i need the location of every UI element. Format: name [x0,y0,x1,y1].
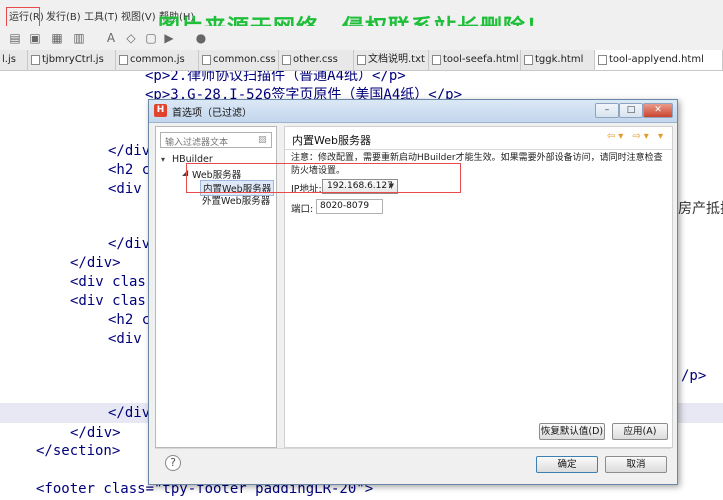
tab-tool-seefa[interactable]: tool-seefa.html [429,50,521,70]
code-line: </section> [36,443,121,459]
tab-tool-applyend[interactable]: tool-applyend.html [595,50,723,70]
code-line: </div> [70,255,121,271]
menu-publish[interactable]: 发行(B) [46,8,81,23]
preferences-dialog: H 首选项（已过滤） – □ ✕ 输入过滤器文本 ▨ ▾ HBuilder ◢ … [148,99,678,485]
code-line: <h2 c [108,312,151,328]
js-file-icon [31,55,40,65]
restore-defaults-button[interactable]: 恢复默认值(D) [539,423,605,440]
apply-button[interactable]: 应用(A) [612,423,668,440]
navigation-arrows-icon[interactable]: ⇦▾ ⇨▾ ▾ [607,131,666,142]
new-file-icon[interactable]: ▤ [8,31,22,45]
menu-bar: 运行(R) 发行(B) 工具(T) 视图(V) 帮助(H) 图片来源于网络，侵权… [0,0,723,41]
code-line: </div> [70,425,121,441]
menu-tools[interactable]: 工具(T) [84,8,118,23]
html-file-icon [598,55,607,65]
code-line: <p>2.律师协议扫描件（普通A4纸）</p> [145,71,406,84]
code-fragment: /p> [681,368,707,384]
comment-icon[interactable]: ▢ [144,31,158,45]
tree-item-external-web-server[interactable]: 外置Web服务器 [202,193,270,207]
txt-file-icon [357,55,366,65]
minimize-button[interactable]: – [595,103,619,118]
port-label: 端口: [291,204,314,215]
page-title: 内置Web服务器 [292,134,371,147]
code-line: <div [108,181,142,197]
tab-l-js[interactable]: l.js [0,50,28,70]
help-icon[interactable]: ? [165,455,181,471]
code-line: </div [108,405,151,421]
dialog-title: 首选项（已过滤） [172,108,252,119]
hbuilder-logo-icon: H [154,104,167,117]
menu-view[interactable]: 视图(V) [121,8,156,23]
port-field[interactable]: 8020-8079 [316,199,383,214]
code-line: </div [108,236,151,252]
code-line: <div [108,331,142,347]
print-icon[interactable]: ▥ [72,31,86,45]
clear-filter-icon[interactable]: ▨ [258,135,268,145]
tab-common-js[interactable]: common.js [116,50,199,70]
cancel-button[interactable]: 取消 [605,456,667,473]
tab-common-css[interactable]: common.css [199,50,279,70]
save-all-icon[interactable]: ▦ [50,31,64,45]
close-button[interactable]: ✕ [643,103,673,118]
filter-input[interactable]: 输入过滤器文本 ▨ [160,132,272,148]
divider [285,149,672,150]
code-line: <h2 c [108,162,151,178]
js-file-icon [119,55,128,65]
css-file-icon [202,55,211,65]
dialog-titlebar[interactable]: H 首选项（已过滤） – □ ✕ [149,100,677,123]
html-file-icon [432,55,441,65]
html-file-icon [524,55,533,65]
tree-collapse-icon[interactable]: ▾ [161,155,165,164]
ok-button[interactable]: 确定 [536,456,598,473]
tab-tjbmryctrl-js[interactable]: tjbmryCtrl.js [28,50,116,70]
tab-doc-txt[interactable]: 文档说明.txt [354,50,429,70]
tab-other-css[interactable]: other.css [279,50,354,70]
divider [155,448,671,449]
code-line: <div clas [70,293,146,309]
toolbar: ▤ ▣ ▦ ▥ A ◇ ▢ ▶ ● [0,26,723,51]
save-icon[interactable]: ▣ [28,31,42,45]
maximize-button[interactable]: □ [619,103,643,118]
code-line: <div clas [70,274,146,290]
font-size-icon[interactable]: A [104,31,118,45]
css-file-icon [282,55,291,65]
editor-tabs: l.js tjbmryCtrl.js common.js common.css … [0,50,723,71]
browser-icon[interactable]: ● [194,31,208,45]
annotation-box [186,163,461,193]
run-icon[interactable]: ▶ [162,31,176,45]
tab-tggk[interactable]: tggk.html [521,50,595,70]
code-fragment: 房产抵押 [678,201,723,217]
format-icon[interactable]: ◇ [124,31,138,45]
